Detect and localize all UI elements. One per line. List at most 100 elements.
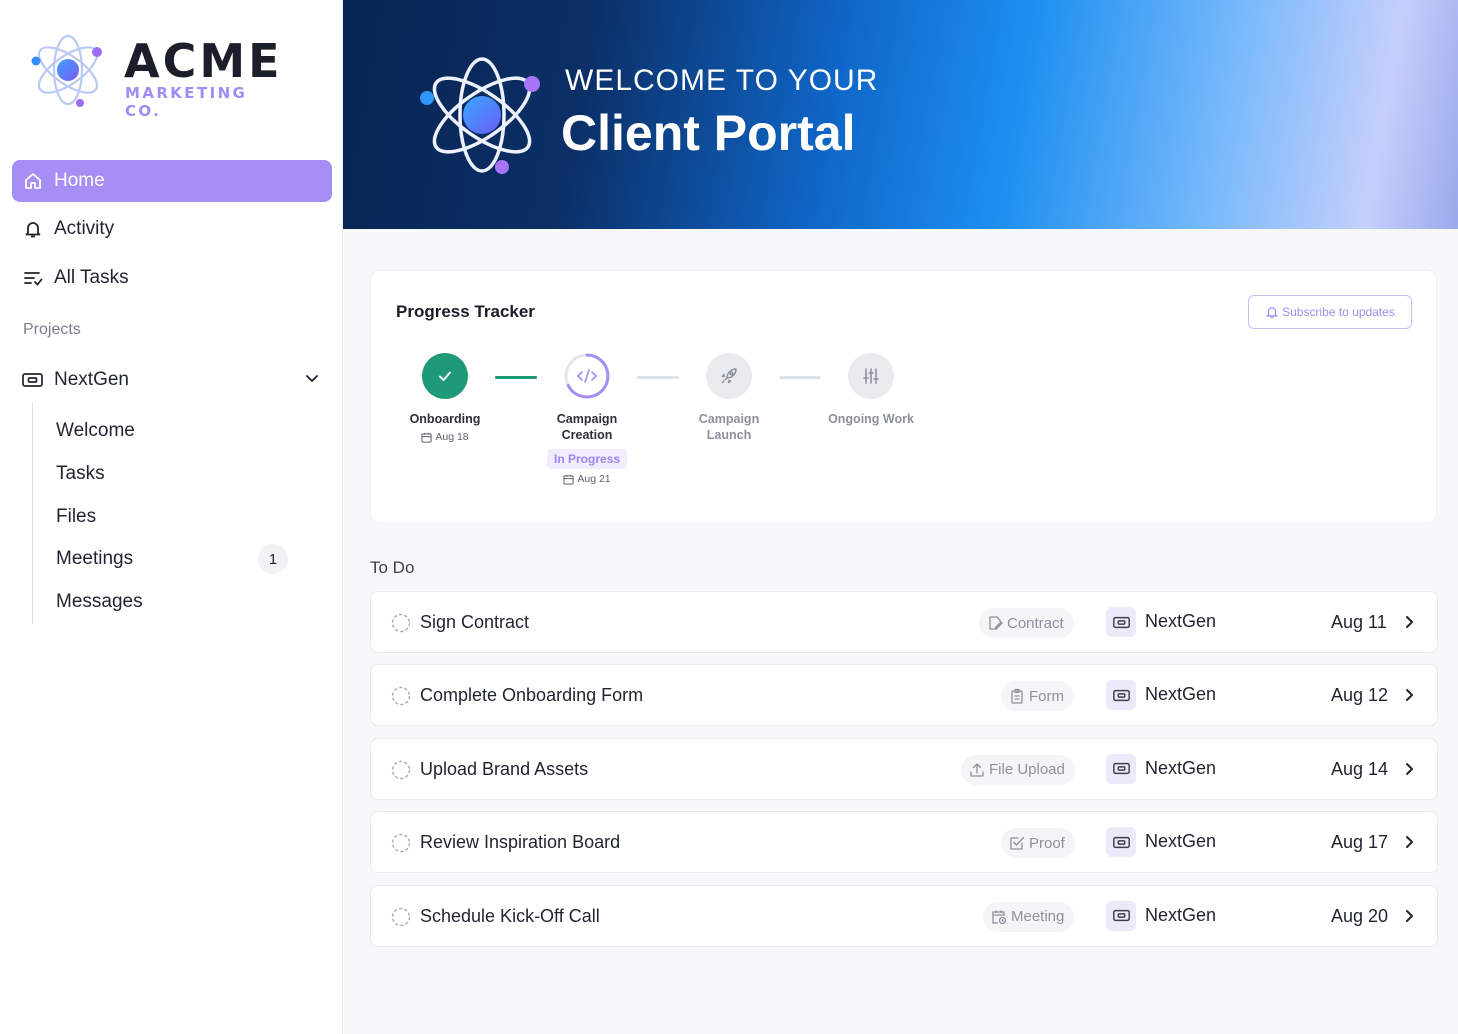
subscribe-button[interactable]: Subscribe to updates — [1248, 295, 1412, 329]
chevron-right-icon[interactable] — [1401, 907, 1417, 930]
chevron-right-icon[interactable] — [1401, 613, 1417, 636]
todo-due-date: Aug 12 — [1331, 685, 1389, 706]
step-label-line1: Campaign — [556, 412, 618, 426]
progress-step-ongoing-work[interactable]: Ongoing Work — [816, 353, 926, 427]
status-badge: In Progress — [546, 449, 628, 469]
step-label-line2: Creation — [561, 428, 613, 442]
nav-item-label: Home — [54, 170, 105, 191]
ticket-icon — [1106, 607, 1136, 637]
calendar-icon — [563, 474, 574, 485]
step-connector — [495, 376, 537, 379]
list-check-icon — [22, 267, 44, 289]
todo-type-label: Meeting — [1011, 908, 1065, 926]
rocket-icon — [706, 353, 752, 399]
step-connector — [779, 376, 821, 379]
subnav-item-messages[interactable]: Messages — [56, 591, 143, 613]
step-label: Ongoing Work — [828, 412, 914, 426]
upload-icon — [969, 762, 985, 778]
clipboard-icon — [1009, 688, 1025, 705]
step-label: Onboarding — [409, 412, 481, 426]
progress-step-campaign-creation[interactable]: Campaign Creation In Progress Aug 21 — [532, 353, 642, 485]
subnav-item-tasks[interactable]: Tasks — [56, 463, 105, 485]
todo-row[interactable]: Sign Contract Contract NextGen Aug 11 — [370, 591, 1438, 653]
todo-row[interactable]: Review Inspiration Board Proof NextGen Aug … — [370, 811, 1438, 874]
ticket-icon — [1106, 827, 1136, 858]
todo-project: NextGen — [1145, 684, 1217, 705]
bell-icon — [1265, 305, 1279, 319]
chevron-right-icon[interactable] — [1401, 760, 1417, 783]
step-connector — [637, 376, 679, 379]
proof-icon — [1009, 835, 1025, 851]
todo-type-tag: File Upload — [961, 754, 1075, 785]
atom-icon — [420, 57, 540, 174]
todo-due-date: Aug 20 — [1331, 905, 1389, 926]
step-label: Campaign Creation — [532, 411, 642, 443]
home-icon — [22, 170, 44, 192]
ticket-icon — [1106, 753, 1136, 784]
todo-project: NextGen — [1145, 611, 1217, 631]
todo-title: Upload Brand Assets — [420, 758, 589, 779]
todo-type-label: Form — [1029, 687, 1064, 705]
progress-step-onboarding[interactable]: Onboarding Aug 18 — [390, 353, 500, 443]
subnav-divider — [32, 402, 33, 624]
todo-type-tag: Form — [1001, 681, 1074, 712]
project-name: NextGen — [54, 369, 129, 390]
step-date-text: Aug 18 — [435, 431, 469, 443]
ticket-icon — [1106, 680, 1136, 711]
brand-tagline: MARKETING CO. — [125, 84, 248, 120]
status-circle-icon[interactable] — [391, 686, 411, 711]
todo-due-date: Aug 17 — [1331, 832, 1389, 853]
chevron-down-icon[interactable] — [304, 370, 320, 392]
step-label-line2: Launch — [706, 428, 752, 442]
progress-tracker-title: Progress Tracker — [396, 302, 535, 321]
todo-title: Schedule Kick-Off Call — [420, 905, 600, 926]
nav-item-home[interactable]: Home — [12, 160, 332, 202]
subnav-item-welcome[interactable]: Welcome — [56, 420, 135, 442]
todo-row[interactable]: Upload Brand Assets File Upload NextGen Aug… — [370, 737, 1438, 800]
step-label: Campaign Launch — [674, 411, 784, 443]
subnav-item-meetings[interactable]: Meetings — [56, 548, 133, 570]
status-circle-icon[interactable] — [391, 613, 411, 638]
todo-title: Review Inspiration Board — [420, 832, 621, 853]
chevron-right-icon[interactable] — [1401, 686, 1417, 709]
todo-title: Complete Onboarding Form — [420, 685, 644, 706]
nav-item-label: All Tasks — [54, 267, 129, 288]
bell-icon — [22, 218, 44, 240]
todo-due-date: Aug 14 — [1331, 758, 1389, 779]
todo-type-tag: Contract — [979, 608, 1074, 638]
subnav-item-files[interactable]: Files — [56, 506, 96, 528]
nav-item-all-tasks[interactable]: All Tasks — [12, 257, 332, 299]
step-date: Aug 18 — [390, 431, 500, 443]
todo-type-label: File Upload — [989, 761, 1065, 779]
code-icon — [564, 353, 610, 399]
project-nextgen[interactable]: NextGen — [12, 359, 332, 401]
nav-item-activity[interactable]: Activity — [12, 208, 332, 250]
todo-type-tag: Proof — [1001, 828, 1075, 859]
atom-logo-icon — [31, 34, 102, 107]
progress-step-campaign-launch[interactable]: Campaign Launch — [674, 353, 784, 443]
chevron-right-icon[interactable] — [1401, 833, 1417, 856]
step-date: Aug 21 — [532, 473, 642, 485]
ticket-icon — [22, 369, 44, 391]
todo-row[interactable]: Complete Onboarding Form Form NextGen Aug 1… — [370, 664, 1438, 727]
contract-icon — [987, 615, 1003, 631]
brand-logo[interactable]: ACME MARKETING CO. — [28, 30, 288, 120]
status-circle-icon[interactable] — [391, 907, 411, 932]
todo-type-tag: Meeting — [983, 901, 1075, 932]
todo-project: NextGen — [1145, 831, 1217, 852]
calendar-icon — [421, 432, 432, 443]
todo-heading: To Do — [370, 558, 415, 577]
nav-item-label: Activity — [54, 218, 115, 239]
check-icon — [422, 353, 468, 399]
meetings-count-badge: 1 — [258, 544, 288, 574]
todo-type-label: Contract — [1007, 614, 1064, 632]
todo-row[interactable]: Schedule Kick-Off Call Meeting NextGen Aug … — [370, 884, 1438, 947]
ticket-icon — [1106, 900, 1136, 931]
step-date-text: Aug 21 — [577, 473, 611, 485]
subscribe-label: Subscribe to updates — [1282, 305, 1395, 319]
status-circle-icon[interactable] — [391, 760, 411, 785]
todo-due-date: Aug 11 — [1331, 612, 1387, 632]
status-circle-icon[interactable] — [391, 833, 411, 858]
brand-name: ACME — [124, 34, 283, 88]
progress-tracker-card: Progress Tracker Subscribe to updates On… — [370, 270, 1437, 524]
